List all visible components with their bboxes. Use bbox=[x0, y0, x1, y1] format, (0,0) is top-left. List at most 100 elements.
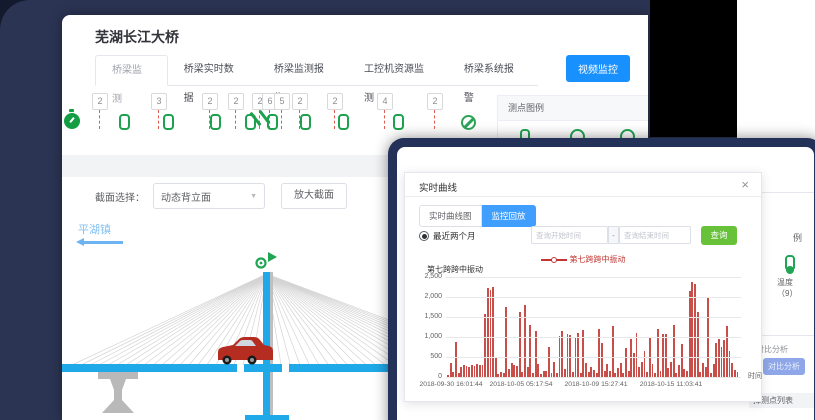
side-divider bbox=[754, 335, 814, 336]
chart-bar bbox=[524, 305, 526, 377]
chart-bar bbox=[723, 340, 725, 377]
chart-bar bbox=[641, 362, 643, 377]
tab-monitor-playback[interactable]: 监控回放 bbox=[482, 205, 536, 227]
compare-analysis-button[interactable]: 对比分析 bbox=[763, 358, 805, 375]
chart-bar bbox=[683, 369, 685, 377]
stopwatch-icon[interactable] bbox=[64, 113, 80, 129]
video-monitor-button[interactable]: 视频监控 bbox=[566, 55, 630, 82]
chart-bar bbox=[689, 291, 691, 377]
tab-bridge-realtime-data[interactable]: 桥梁实时数据 bbox=[168, 55, 258, 85]
chart-bar bbox=[516, 366, 518, 377]
tower-sensor-icons[interactable] bbox=[257, 252, 278, 268]
gridline bbox=[446, 297, 741, 298]
chart-bar bbox=[490, 290, 492, 377]
chart-bar bbox=[593, 370, 595, 377]
y-tick-label: 2,000 bbox=[409, 293, 442, 300]
realtime-curve-dialog: 实时曲线 × 实时曲线图 监控回放 最近两个月 - 查询 第七跨跨中振动 第七跨… bbox=[404, 172, 762, 402]
sensor-count-badge: 2 bbox=[292, 93, 308, 110]
chart-bar bbox=[471, 365, 473, 377]
dialog-tabs: 实时曲线图 监控回放 bbox=[419, 205, 536, 227]
chart-bar bbox=[529, 325, 531, 377]
legend-panel-header: 测点图例 bbox=[498, 96, 648, 121]
sensor-count-badge: 3 bbox=[151, 93, 167, 110]
query-start-time-input[interactable] bbox=[531, 226, 608, 244]
chart-bar bbox=[482, 365, 484, 377]
chain-link-icon[interactable] bbox=[163, 114, 174, 130]
chart-bar bbox=[731, 363, 733, 377]
chart-bar bbox=[527, 367, 529, 377]
sensor-count-badge: 2 bbox=[228, 93, 244, 110]
bridge-abutment bbox=[98, 372, 138, 413]
sensor-count-badge: 2 bbox=[327, 93, 343, 110]
section-select-label: 截面选择： bbox=[95, 189, 145, 204]
tab-bridge-monitor-report[interactable]: 桥梁监测报告 bbox=[258, 55, 348, 85]
range-separator: - bbox=[608, 226, 619, 244]
sensor-count-badge: 4 bbox=[377, 93, 393, 110]
section-select-value: 动态背立面 bbox=[161, 189, 211, 204]
gridline bbox=[446, 317, 741, 318]
chart-bar bbox=[673, 325, 675, 377]
chart-bar bbox=[697, 312, 699, 377]
legend-marker-icon bbox=[541, 256, 567, 263]
chain-link-icon[interactable] bbox=[210, 114, 221, 130]
y-tick-label: 1,500 bbox=[409, 313, 442, 320]
chart-bar bbox=[585, 363, 587, 377]
chart-bar bbox=[492, 287, 494, 377]
close-icon[interactable]: × bbox=[741, 177, 749, 192]
x-tick-label: 2018-10-09 15:27:41 bbox=[564, 381, 627, 388]
chart-bar bbox=[665, 334, 667, 377]
badge-connector-line bbox=[434, 110, 435, 129]
bridge-pier bbox=[245, 415, 289, 420]
no-entry-icon[interactable] bbox=[461, 115, 476, 130]
chart-bar bbox=[537, 364, 539, 377]
gridline bbox=[446, 277, 741, 278]
chart-bar bbox=[487, 288, 489, 377]
chart-bar bbox=[652, 364, 654, 377]
tab-bridge-system-alarm[interactable]: 桥梁系统报警 bbox=[448, 55, 538, 85]
chain-link-icon[interactable] bbox=[338, 114, 349, 130]
chart-bar bbox=[620, 363, 622, 377]
chart-bar bbox=[513, 365, 515, 377]
query-end-time-input[interactable] bbox=[619, 226, 691, 244]
chart-bar bbox=[519, 312, 521, 377]
y-tick-label: 0 bbox=[409, 373, 442, 380]
chart-bar bbox=[450, 363, 452, 377]
thermometer-icon[interactable] bbox=[785, 255, 795, 271]
chart-bar bbox=[721, 347, 723, 377]
chart-bar bbox=[644, 351, 646, 377]
page-title: 芜湖长江大桥 bbox=[95, 27, 179, 47]
chart-bar bbox=[463, 365, 465, 377]
chain-link-icon[interactable] bbox=[393, 114, 404, 130]
background-window-fragment bbox=[737, 0, 815, 140]
chart-bar bbox=[670, 362, 672, 377]
screen: 芜湖长江大桥 桥梁监测 桥梁实时数据 桥梁监测报告 工控机资源监测 桥梁系统报警… bbox=[0, 0, 815, 420]
chart-bar bbox=[474, 366, 476, 377]
chart-bar bbox=[460, 367, 462, 377]
gridline bbox=[446, 377, 741, 378]
query-button[interactable]: 查询 bbox=[701, 226, 737, 245]
chain-link-icon[interactable] bbox=[119, 114, 130, 130]
dialog-header: 实时曲线 × bbox=[405, 173, 761, 197]
gridline bbox=[446, 357, 741, 358]
tab-bridge-monitoring[interactable]: 桥梁监测 bbox=[95, 55, 168, 86]
sensor-count-badge: 5 bbox=[274, 93, 290, 110]
tab-ipc-resource-monitor[interactable]: 工控机资源监测 bbox=[348, 55, 448, 85]
legend-label: 第七跨跨中振动 bbox=[570, 255, 626, 264]
badge-connector-line bbox=[158, 110, 159, 129]
dialog-title: 实时曲线 bbox=[419, 180, 457, 194]
chart-bar bbox=[713, 364, 715, 377]
chain-link-icon[interactable] bbox=[300, 114, 311, 130]
bridge-tower bbox=[263, 272, 273, 415]
badge-connector-line bbox=[235, 110, 236, 129]
black-region bbox=[650, 0, 737, 137]
section-select-dropdown[interactable]: 动态背立面 ▼ bbox=[153, 183, 265, 209]
enlarge-section-button[interactable]: 放大截面 bbox=[281, 183, 347, 209]
radio-last-two-months[interactable] bbox=[419, 231, 429, 241]
tab-realtime-curve[interactable]: 实时曲线图 bbox=[419, 205, 482, 227]
chart-bar bbox=[734, 370, 736, 377]
chart-bar bbox=[638, 367, 640, 377]
chart-bar bbox=[636, 333, 638, 377]
section-select-row: 截面选择： 动态背立面 ▼ 放大截面 bbox=[95, 183, 347, 209]
chart-bar bbox=[678, 365, 680, 377]
x-tick-label: 2018-10-15 11:03:41 bbox=[640, 381, 703, 388]
